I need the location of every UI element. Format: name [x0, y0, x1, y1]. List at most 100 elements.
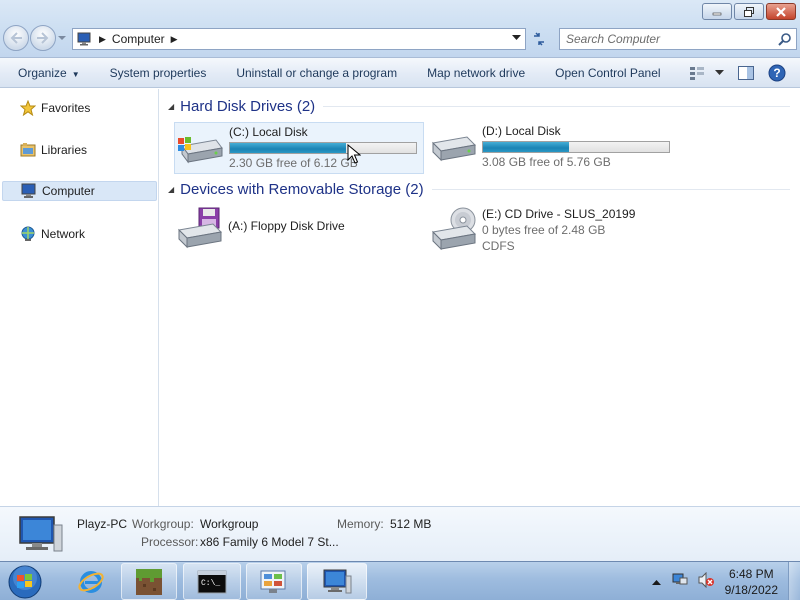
sidebar-item-label: Libraries	[41, 143, 88, 157]
uninstall-program-button[interactable]: Uninstall or change a program	[221, 66, 412, 80]
group-header-removable-storage[interactable]: ◢ Devices with Removable Storage (2)	[168, 179, 798, 199]
taskbar-minecraft[interactable]	[121, 563, 177, 600]
drive-d-tile[interactable]: (D:) Local Disk 3.08 GB free of 5.76 GB	[428, 122, 678, 174]
group-title: Devices with Removable Storage (2)	[180, 180, 424, 198]
search-icon[interactable]	[778, 32, 792, 46]
network-icon	[20, 226, 36, 242]
drive-name: (A:) Floppy Disk Drive	[228, 219, 345, 233]
drive-name: (C:) Local Disk	[229, 125, 308, 139]
cd-drive-icon	[428, 205, 478, 251]
system-properties-button[interactable]: System properties	[95, 66, 222, 80]
search-box[interactable]	[559, 28, 797, 50]
computer-icon	[77, 32, 91, 46]
refresh-button[interactable]	[528, 28, 550, 50]
drive-e-tile[interactable]: (E:) CD Drive - SLUS_20199 0 bytes free …	[428, 205, 688, 257]
computer-icon	[21, 183, 37, 199]
chevron-down-icon: ▼	[71, 69, 80, 79]
preview-pane-button[interactable]	[738, 66, 754, 80]
forward-button[interactable]	[30, 25, 56, 51]
sidebar-item-label: Network	[41, 227, 86, 241]
details-pane: Playz-PC Workgroup: Workgroup Memory: 51…	[0, 506, 800, 561]
start-button[interactable]	[5, 563, 45, 600]
svg-text:C:\_: C:\_	[201, 579, 220, 588]
drive-usage-bar	[229, 142, 417, 154]
map-network-drive-button[interactable]: Map network drive	[412, 66, 540, 80]
recent-pages-dropdown[interactable]	[57, 25, 67, 51]
minimize-button[interactable]	[702, 3, 732, 20]
processor-label: Processor:	[141, 535, 199, 549]
close-icon	[776, 6, 786, 17]
group-header-hard-disk-drives[interactable]: ◢ Hard Disk Drives (2)	[168, 96, 798, 116]
sidebar-item-favorites[interactable]: Favorites	[0, 98, 157, 118]
drive-free-space: 2.30 GB free of 6.12 GB	[229, 156, 358, 170]
taskbar-command-prompt[interactable]: C:\_	[183, 563, 241, 600]
divider	[431, 188, 790, 190]
clock-time: 6:48 PM	[728, 566, 774, 581]
sidebar-item-computer[interactable]: Computer	[2, 181, 157, 201]
collapse-arrow-icon[interactable]: ◢	[168, 102, 174, 111]
chevron-down-icon	[715, 70, 724, 75]
clock[interactable]: 6:48 PM 9/18/2022	[725, 566, 778, 598]
search-input[interactable]	[566, 32, 776, 46]
change-view-button[interactable]	[689, 66, 724, 80]
back-arrow-icon	[10, 32, 22, 44]
control-panel-icon	[260, 570, 286, 593]
sidebar-item-libraries[interactable]: Libraries	[0, 140, 157, 160]
drive-c-tile[interactable]: (C:) Local Disk 2.30 GB free of 6.12 GB	[174, 122, 424, 174]
breadcrumb-separator-icon[interactable]: ▶	[99, 34, 106, 45]
title-bar: ▶ Computer ▶	[0, 0, 800, 58]
taskbar-explorer-computer[interactable]	[307, 563, 367, 600]
group-title: Hard Disk Drives (2)	[180, 97, 316, 115]
workgroup-value: Workgroup	[200, 517, 259, 531]
divider	[323, 105, 790, 107]
computer-icon	[323, 569, 352, 593]
drive-free-space: 3.08 GB free of 5.76 GB	[482, 155, 611, 169]
star-icon	[20, 100, 36, 116]
restore-icon	[744, 6, 754, 17]
navigation-buttons	[3, 25, 67, 51]
breadcrumb-separator-icon[interactable]: ▶	[171, 34, 178, 45]
network-tray-icon[interactable]	[671, 572, 689, 591]
clock-date: 9/18/2022	[724, 582, 778, 597]
system-tray: 6:48 PM 9/18/2022	[651, 562, 800, 600]
forward-arrow-icon	[37, 32, 49, 44]
open-control-panel-button[interactable]: Open Control Panel	[540, 66, 675, 80]
memory-label: Memory:	[337, 517, 384, 531]
taskbar-internet-explorer[interactable]	[67, 563, 115, 600]
internet-explorer-icon	[78, 570, 104, 593]
collapse-arrow-icon[interactable]: ◢	[168, 185, 174, 194]
sidebar-item-network[interactable]: Network	[0, 224, 157, 244]
taskbar-control-panel[interactable]	[246, 563, 302, 600]
organize-menu[interactable]: Organize ▼	[0, 66, 95, 80]
show-hidden-icons-button[interactable]	[651, 575, 661, 589]
organize-label: Organize	[18, 65, 67, 80]
taskbar: C:\_ 6:48 PM 9/18/2022	[0, 561, 800, 600]
show-desktop-button[interactable]	[788, 562, 800, 600]
view-controls: ?	[682, 58, 800, 88]
navigation-pane: Favorites Libraries Computer Network	[0, 89, 159, 506]
content-pane: ◢ Hard Disk Drives (2) (C:) Local Disk 2…	[160, 89, 800, 506]
drive-usage-bar	[482, 141, 670, 153]
drive-usage-fill	[230, 143, 347, 153]
address-bar[interactable]: ▶ Computer ▶	[72, 28, 526, 50]
svg-text:?: ?	[773, 66, 780, 80]
volume-muted-icon[interactable]	[697, 571, 715, 591]
chevron-down-icon	[58, 36, 66, 40]
back-button[interactable]	[3, 25, 29, 51]
computer-icon	[19, 516, 63, 552]
close-button[interactable]	[766, 3, 796, 20]
sidebar-item-label: Favorites	[41, 101, 91, 115]
maximize-button[interactable]	[734, 3, 764, 20]
chevron-down-icon[interactable]	[512, 35, 521, 41]
windows-orb-icon	[8, 565, 42, 598]
breadcrumb-computer[interactable]: Computer	[112, 32, 165, 46]
refresh-icon	[534, 32, 544, 46]
drive-a-tile[interactable]: (A:) Floppy Disk Drive	[174, 205, 424, 257]
drive-usage-fill	[483, 142, 570, 152]
help-button[interactable]: ?	[768, 64, 786, 82]
grass-block-icon	[136, 568, 162, 595]
sidebar-item-label: Computer	[42, 184, 95, 198]
drive-free-space: 0 bytes free of 2.48 GB	[482, 223, 606, 237]
libraries-icon	[20, 142, 36, 158]
command-prompt-icon: C:\_	[197, 570, 227, 593]
